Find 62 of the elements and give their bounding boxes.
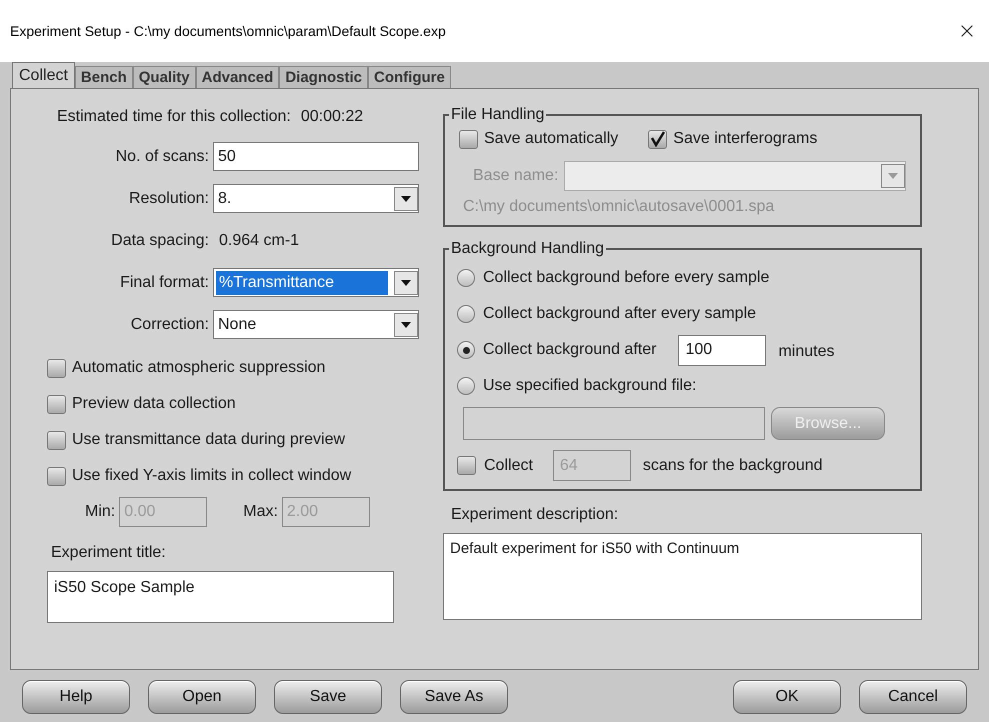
option-label: Use fixed Y-axis limits in collect window [72, 466, 352, 486]
field-label: No. of scans: [114, 146, 210, 166]
tab[interactable]: Configure [368, 66, 451, 88]
checkbox[interactable] [47, 466, 66, 486]
estimate-label: Estimated time for this collection: [57, 107, 291, 127]
option-label: Save interferograms [673, 129, 818, 149]
scans-suffix: scans for the background [642, 456, 823, 476]
tab[interactable]: Quality [132, 66, 196, 88]
estimate-value: 00:00:22 [300, 107, 364, 127]
window-title: Experiment Setup - C:\my documents\omnic\param\Default Scope.exp [10, 22, 446, 41]
tab[interactable]: Collect [12, 62, 75, 88]
minutes-field[interactable]: 100 [678, 334, 766, 366]
dropdown-field[interactable]: None [213, 310, 419, 339]
radio-button[interactable] [457, 269, 475, 287]
dialog-button[interactable]: Cancel [859, 680, 967, 714]
field-label: Resolution: [128, 188, 210, 208]
radio-label: Collect background before every sample [483, 268, 770, 288]
radio-button[interactable] [457, 377, 475, 395]
checkbox[interactable] [648, 130, 668, 148]
limit-label: Max: [243, 502, 278, 522]
limit-label: Min: [85, 502, 116, 522]
dropdown-value: %Transmittance [216, 270, 388, 294]
checkbox[interactable] [47, 358, 66, 378]
base-name-label: Base name: [473, 166, 558, 186]
description-label: Experiment description: [450, 505, 620, 525]
background-file-field[interactable] [463, 407, 765, 440]
radio-label: Collect background after [483, 340, 656, 360]
data-spacing-value: 0.964 cm-1 [218, 230, 300, 250]
tab[interactable]: Diagnostic [279, 66, 368, 88]
dropdown-field[interactable]: 8. [213, 184, 419, 213]
description-field[interactable]: Default experiment for iS50 with Continuum [443, 533, 922, 620]
option-label: Use transmittance data during preview [72, 430, 346, 450]
checkbox[interactable] [47, 430, 66, 450]
radio-button[interactable] [457, 305, 475, 323]
option-label: Save automatically [484, 129, 618, 149]
dialog-button[interactable]: Help [22, 680, 130, 714]
autosave-path: C:\my documents\omnic\autosave\0001.spa [462, 197, 776, 217]
radio-label: Use specified background file: [483, 376, 696, 396]
tab[interactable]: Advanced [196, 66, 280, 88]
field-label: Final format: [119, 272, 210, 292]
radio-label: Collect background after every sample [483, 304, 756, 324]
minutes-unit: minutes [778, 342, 834, 362]
group-title: File Handling [450, 105, 546, 125]
experiment-title-field[interactable]: iS50 Scope Sample [47, 571, 394, 623]
radio-button[interactable] [457, 341, 475, 359]
field-label: Data spacing: [110, 230, 210, 250]
collect-label: Collect [484, 456, 533, 476]
text-field[interactable]: 50 [213, 142, 419, 171]
checkmark-icon [650, 131, 666, 147]
tab[interactable]: Bench [74, 66, 133, 88]
dialog-button[interactable]: Save [274, 680, 382, 714]
dialog-button[interactable]: Open [148, 680, 256, 714]
dialog-button[interactable]: OK [733, 680, 841, 714]
option-label: Automatic atmospheric suppression [72, 358, 326, 378]
checkbox[interactable] [47, 394, 66, 414]
checkbox[interactable] [459, 130, 478, 148]
field-label: Correction: [130, 314, 210, 334]
dropdown-field[interactable]: %Transmittance [213, 268, 419, 297]
experiment-title-label: Experiment title: [50, 543, 167, 563]
dialog-button[interactable]: Save As [400, 680, 508, 714]
group-title: Background Handling [450, 239, 605, 259]
option-label: Preview data collection [72, 394, 236, 414]
